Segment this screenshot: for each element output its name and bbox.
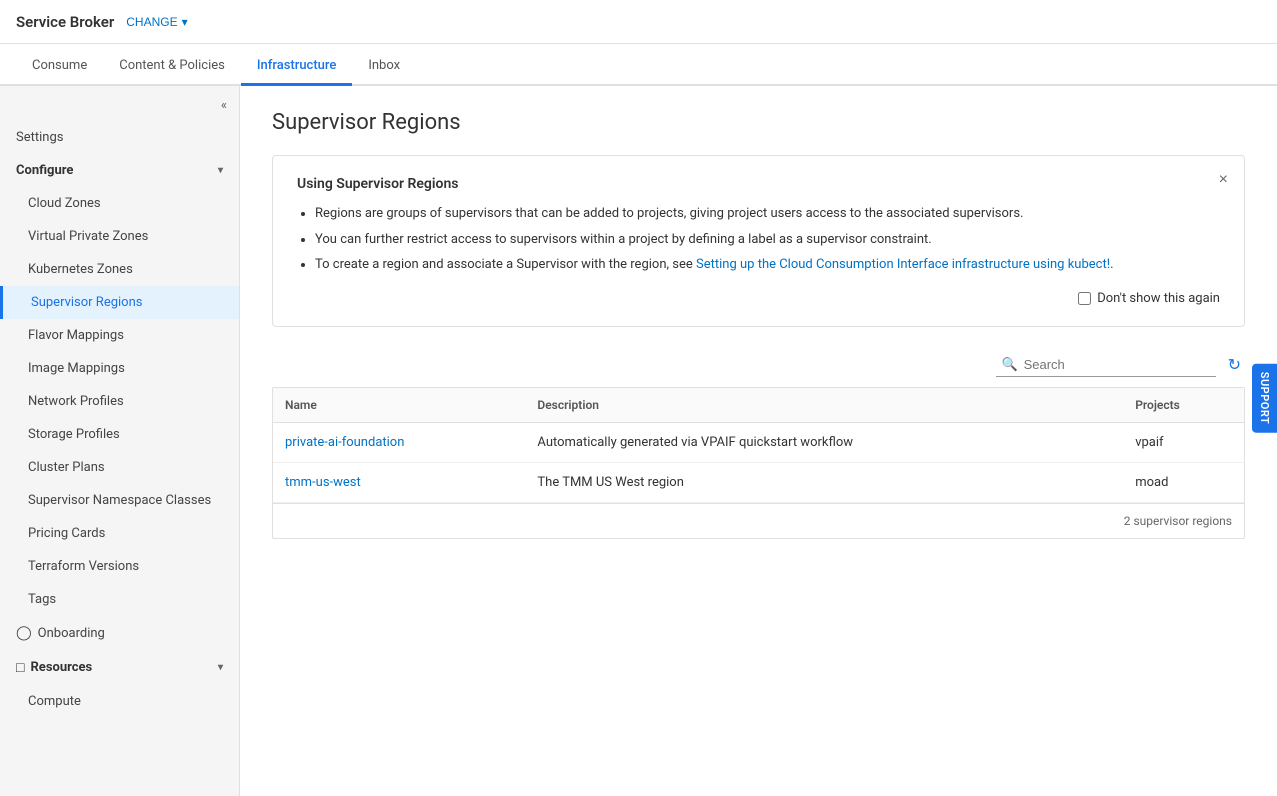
table-header-row: Name Description Projects <box>273 388 1244 423</box>
dont-show-again-checkbox[interactable] <box>1078 292 1091 305</box>
sidebar-item-image-mappings[interactable]: Image Mappings <box>0 352 239 385</box>
nav-tabs: Consume Content & Policies Infrastructur… <box>0 44 1277 86</box>
col-description: Description <box>525 388 1123 423</box>
row-2-projects: moad <box>1123 462 1244 502</box>
sidebar-item-resources[interactable]: □ Resources ▾ <box>0 650 239 685</box>
search-icon: 🔍 <box>1002 357 1018 372</box>
info-box-footer: Don't show this again <box>297 291 1220 306</box>
sidebar-item-kubernetes-zones[interactable]: Kubernetes Zones <box>0 253 239 286</box>
row-2-description: The TMM US West region <box>525 462 1123 502</box>
table-header: Name Description Projects <box>273 388 1244 423</box>
table-row: tmm-us-west The TMM US West region moad <box>273 462 1244 502</box>
info-box-bullets: Regions are groups of supervisors that c… <box>297 204 1220 275</box>
tab-inbox[interactable]: Inbox <box>352 48 416 86</box>
sidebar-item-cloud-zones[interactable]: Cloud Zones <box>0 187 239 220</box>
sidebar-item-virtual-private-zones[interactable]: Virtual Private Zones <box>0 220 239 253</box>
app-title: Service Broker <box>16 13 114 31</box>
sidebar-item-flavor-mappings[interactable]: Flavor Mappings <box>0 319 239 352</box>
dont-show-again-label[interactable]: Don't show this again <box>1078 291 1220 306</box>
sidebar-item-onboarding[interactable]: ◯ Onboarding <box>0 616 239 650</box>
table-row: private-ai-foundation Automatically gene… <box>273 422 1244 462</box>
tab-content-policies[interactable]: Content & Policies <box>103 48 241 86</box>
search-wrapper: 🔍 <box>996 353 1216 377</box>
data-table: Name Description Projects private-ai-fou… <box>273 388 1244 503</box>
kubectl-link[interactable]: Setting up the Cloud Consumption Interfa… <box>696 257 1110 272</box>
chevron-down-icon: ▾ <box>218 165 223 176</box>
info-box: Using Supervisor Regions × Regions are g… <box>272 155 1245 327</box>
page-title: Supervisor Regions <box>272 110 1245 135</box>
search-input[interactable] <box>996 353 1216 377</box>
tab-consume[interactable]: Consume <box>16 48 103 86</box>
info-box-title: Using Supervisor Regions <box>297 176 1220 192</box>
resources-icon: □ <box>16 659 24 676</box>
sidebar-item-terraform-versions[interactable]: Terraform Versions <box>0 550 239 583</box>
sidebar-item-cluster-plans[interactable]: Cluster Plans <box>0 451 239 484</box>
sidebar-item-configure[interactable]: Configure ▾ <box>0 154 239 187</box>
main-layout: « Settings Configure ▾ Cloud Zones Virtu… <box>0 86 1277 796</box>
table-footer: 2 supervisor regions <box>273 503 1244 538</box>
sidebar-item-network-profiles[interactable]: Network Profiles <box>0 385 239 418</box>
chevron-down-icon: ▾ <box>218 662 223 673</box>
change-button[interactable]: CHANGE ▾ <box>126 15 187 29</box>
sidebar-item-settings[interactable]: Settings <box>0 121 239 154</box>
support-tab[interactable]: SUPPORT <box>1252 364 1277 433</box>
content-area: Supervisor Regions Using Supervisor Regi… <box>240 86 1277 796</box>
row-2-name[interactable]: tmm-us-west <box>273 462 525 502</box>
sidebar-item-tags[interactable]: Tags <box>0 583 239 616</box>
refresh-button[interactable]: ↻ <box>1224 351 1245 379</box>
close-icon[interactable]: × <box>1219 172 1228 188</box>
sidebar-item-supervisor-regions[interactable]: Supervisor Regions <box>0 286 239 319</box>
sidebar-item-pricing-cards[interactable]: Pricing Cards <box>0 517 239 550</box>
sidebar: « Settings Configure ▾ Cloud Zones Virtu… <box>0 86 240 796</box>
bullet-2: You can further restrict access to super… <box>315 230 1220 250</box>
collapse-icon: « <box>221 98 227 113</box>
onboarding-icon: ◯ <box>16 625 32 641</box>
sidebar-item-supervisor-namespace-classes[interactable]: Supervisor Namespace Classes <box>0 484 239 517</box>
row-1-projects: vpaif <box>1123 422 1244 462</box>
table-body: private-ai-foundation Automatically gene… <box>273 422 1244 502</box>
bullet-3: To create a region and associate a Super… <box>315 255 1220 275</box>
sidebar-collapse-button[interactable]: « <box>0 94 239 121</box>
col-name: Name <box>273 388 525 423</box>
chevron-down-icon: ▾ <box>182 15 188 29</box>
table-container: Name Description Projects private-ai-fou… <box>272 387 1245 539</box>
row-1-description: Automatically generated via VPAIF quicks… <box>525 422 1123 462</box>
col-projects: Projects <box>1123 388 1244 423</box>
table-controls: 🔍 ↻ <box>272 351 1245 379</box>
tab-infrastructure[interactable]: Infrastructure <box>241 48 353 86</box>
row-1-name[interactable]: private-ai-foundation <box>273 422 525 462</box>
sidebar-item-compute[interactable]: Compute <box>0 685 239 718</box>
bullet-1: Regions are groups of supervisors that c… <box>315 204 1220 224</box>
sidebar-item-storage-profiles[interactable]: Storage Profiles <box>0 418 239 451</box>
top-bar: Service Broker CHANGE ▾ <box>0 0 1277 44</box>
